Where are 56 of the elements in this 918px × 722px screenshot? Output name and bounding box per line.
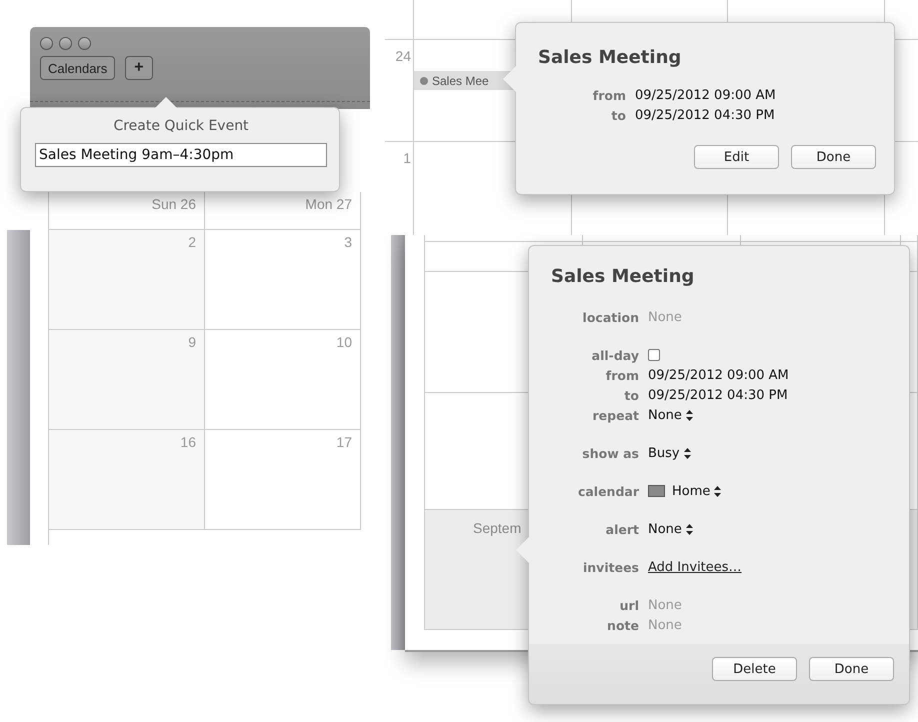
- done-button[interactable]: Done: [791, 145, 876, 169]
- field-label: alert: [604, 522, 639, 536]
- field-value: 09/25/2012 04:30 PM: [635, 108, 775, 122]
- popover-title: Create Quick Event: [112, 118, 250, 134]
- dot-icon: [420, 76, 428, 84]
- field-value: 09/25/2012 09:00 AM: [635, 88, 776, 102]
- stepper-icon: [684, 448, 691, 458]
- field-label: note: [606, 618, 639, 632]
- day-number: 16: [180, 434, 196, 450]
- field-label: repeat: [592, 408, 639, 422]
- field-value: 09/25/2012 04:30 PM: [648, 388, 788, 402]
- field-label: from: [592, 88, 626, 102]
- day-header: Sun 26: [152, 196, 196, 212]
- field-label: url: [618, 598, 639, 612]
- text-input[interactable]: None: [648, 308, 848, 326]
- done-button[interactable]: Done: [809, 657, 894, 681]
- text-input[interactable]: None: [648, 596, 848, 614]
- event-title: Sales Meeting: [538, 47, 682, 68]
- add-button[interactable]: +: [125, 56, 153, 80]
- field-label: to: [623, 388, 639, 402]
- stepper-icon: [686, 524, 693, 534]
- delete-button[interactable]: Delete: [712, 657, 797, 681]
- day-header: Mon 27: [305, 196, 352, 212]
- stepper-icon: [714, 486, 722, 496]
- field-label: to: [610, 108, 626, 122]
- minimize-button[interactable]: [59, 37, 72, 50]
- day-number: 1: [403, 150, 411, 166]
- day-number: 2: [188, 234, 196, 250]
- swatch-icon: [648, 485, 665, 497]
- day-number: 9: [188, 334, 196, 350]
- text-input[interactable]: None: [648, 616, 848, 634]
- all-day-checkbox[interactable]: [648, 349, 660, 361]
- field-label: from: [604, 368, 639, 382]
- popup-menu[interactable]: Busy: [648, 446, 691, 460]
- day-number: 24: [395, 48, 411, 64]
- event-input-field[interactable]: Sales Meeting 9am–4:30pm: [35, 143, 327, 167]
- edit-button[interactable]: Edit: [694, 145, 779, 169]
- popup-menu[interactable]: None: [648, 522, 693, 536]
- calendar-popup[interactable]: Home: [648, 484, 722, 498]
- day-number: 3: [344, 234, 352, 250]
- field-label: invitees: [582, 560, 639, 574]
- close-button[interactable]: [40, 37, 53, 50]
- field-label: location: [582, 310, 639, 324]
- popup-menu[interactable]: None: [648, 408, 693, 422]
- field-value: 09/25/2012 09:00 AM: [648, 368, 789, 382]
- event-title: Sales Meeting: [551, 266, 696, 287]
- field-label: all-day: [590, 348, 639, 362]
- add-invitees-link[interactable]: Add Invitees…: [648, 560, 742, 574]
- date-label: Septem: [473, 520, 522, 536]
- field-label: calendar: [576, 484, 639, 498]
- field-label: show as: [581, 446, 639, 460]
- day-number: 17: [336, 434, 352, 450]
- day-number: 10: [336, 334, 352, 350]
- stepper-icon: [686, 410, 693, 420]
- calendars-button[interactable]: Calendars: [40, 56, 116, 80]
- zoom-button[interactable]: [78, 37, 91, 50]
